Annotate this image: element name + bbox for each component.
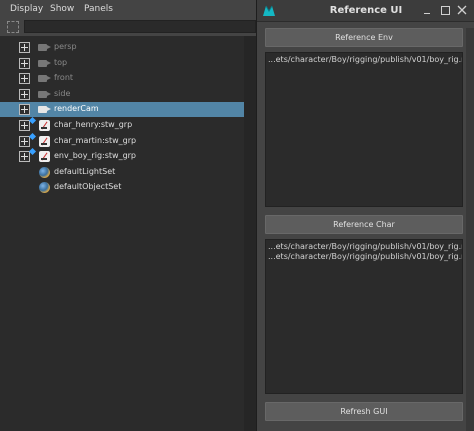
outliner-row[interactable]: defaultObjectSet [0, 180, 244, 195]
outliner-row-label: char_henry:stw_grp [54, 120, 133, 129]
close-button[interactable] [456, 4, 468, 16]
outliner-row[interactable]: env_boy_rig:stw_grp [0, 148, 244, 164]
outliner-row[interactable]: persp [0, 40, 244, 55]
window-title: Reference UI [329, 5, 403, 16]
outliner-search-input[interactable] [24, 20, 256, 33]
outliner-tree: persp top front side renderCam char_henry:stw… [0, 36, 256, 431]
outliner-panel: Display Show Panels persp top front side ren… [0, 0, 256, 431]
reference-path-item[interactable]: ...ets/character/Boy/rigging/publish/v01… [268, 55, 462, 64]
refresh-gui-button[interactable]: Refresh GUI [265, 402, 463, 421]
outliner-row[interactable]: char_henry:stw_grp [0, 116, 244, 133]
app-icon [263, 5, 275, 16]
expand-icon[interactable] [19, 88, 30, 100]
camera-icon [38, 59, 51, 67]
outliner-row-label: top [54, 57, 68, 67]
transform-icon [39, 120, 50, 131]
outliner-row[interactable]: renderCam [0, 102, 244, 118]
reference-path-item[interactable]: ...ets/character/Boy/rigging/publish/v01… [268, 252, 462, 261]
menu-display[interactable]: Display [10, 4, 43, 14]
camera-icon [38, 44, 51, 51]
menu-show[interactable]: Show [50, 4, 74, 14]
char-reference-list[interactable]: ...ets/character/Boy/rigging/publish/v01… [265, 239, 463, 394]
expand-icon[interactable] [19, 42, 30, 53]
camera-icon [38, 106, 51, 114]
outliner-scrollbar[interactable] [244, 36, 256, 431]
expand-icon[interactable] [19, 151, 30, 163]
camera-icon [38, 90, 51, 98]
expand-icon[interactable] [19, 104, 30, 116]
outliner-row-label: front [54, 73, 74, 83]
outliner-row[interactable]: front [0, 71, 244, 86]
outliner-menubar: Display Show Panels [0, 0, 256, 18]
outliner-row[interactable]: defaultLightSet [0, 165, 244, 180]
expand-icon[interactable] [19, 57, 30, 69]
outliner-row-label: env_boy_rig:stw_grp [54, 151, 137, 161]
expand-icon[interactable] [19, 73, 30, 85]
expand-icon[interactable] [19, 120, 30, 131]
outliner-row[interactable]: char_martin:stw_grp [0, 132, 244, 149]
expand-icon[interactable] [19, 135, 30, 147]
filter-icon[interactable] [7, 21, 19, 33]
reference-path-item[interactable]: ...ets/character/Boy/rigging/publish/v01… [268, 242, 462, 251]
close-icon [457, 5, 467, 15]
reference-env-button[interactable]: Reference Env [265, 28, 463, 47]
outliner-row-label: side [54, 88, 71, 98]
outliner-row[interactable]: side [0, 87, 244, 102]
outliner-row-label: renderCam [54, 104, 99, 114]
reference-ui-window: Reference UI Reference Env ...ets/charac… [256, 0, 474, 431]
outliner-row-label: defaultObjectSet [54, 182, 122, 192]
minimize-button[interactable] [421, 4, 433, 16]
env-reference-list[interactable]: ...ets/character/Boy/rigging/publish/v01… [265, 52, 463, 207]
outliner-row-label: defaultLightSet [54, 166, 116, 176]
camera-icon [38, 75, 51, 83]
outliner-row-label: char_martin:stw_grp [54, 135, 137, 145]
window-titlebar[interactable]: Reference UI [257, 0, 474, 22]
set-icon [39, 166, 50, 178]
set-icon [39, 182, 50, 194]
transform-icon [39, 151, 50, 163]
window-edge [466, 28, 474, 431]
outliner-row[interactable]: top [0, 56, 244, 71]
maximize-button[interactable] [439, 4, 451, 16]
reference-marker-icon [28, 132, 37, 140]
reference-marker-icon [28, 148, 37, 156]
reference-marker-icon [28, 116, 37, 125]
transform-icon [39, 135, 50, 147]
reference-char-button[interactable]: Reference Char [265, 215, 463, 234]
menu-panels[interactable]: Panels [84, 4, 113, 14]
outliner-row-label: persp [54, 42, 77, 51]
